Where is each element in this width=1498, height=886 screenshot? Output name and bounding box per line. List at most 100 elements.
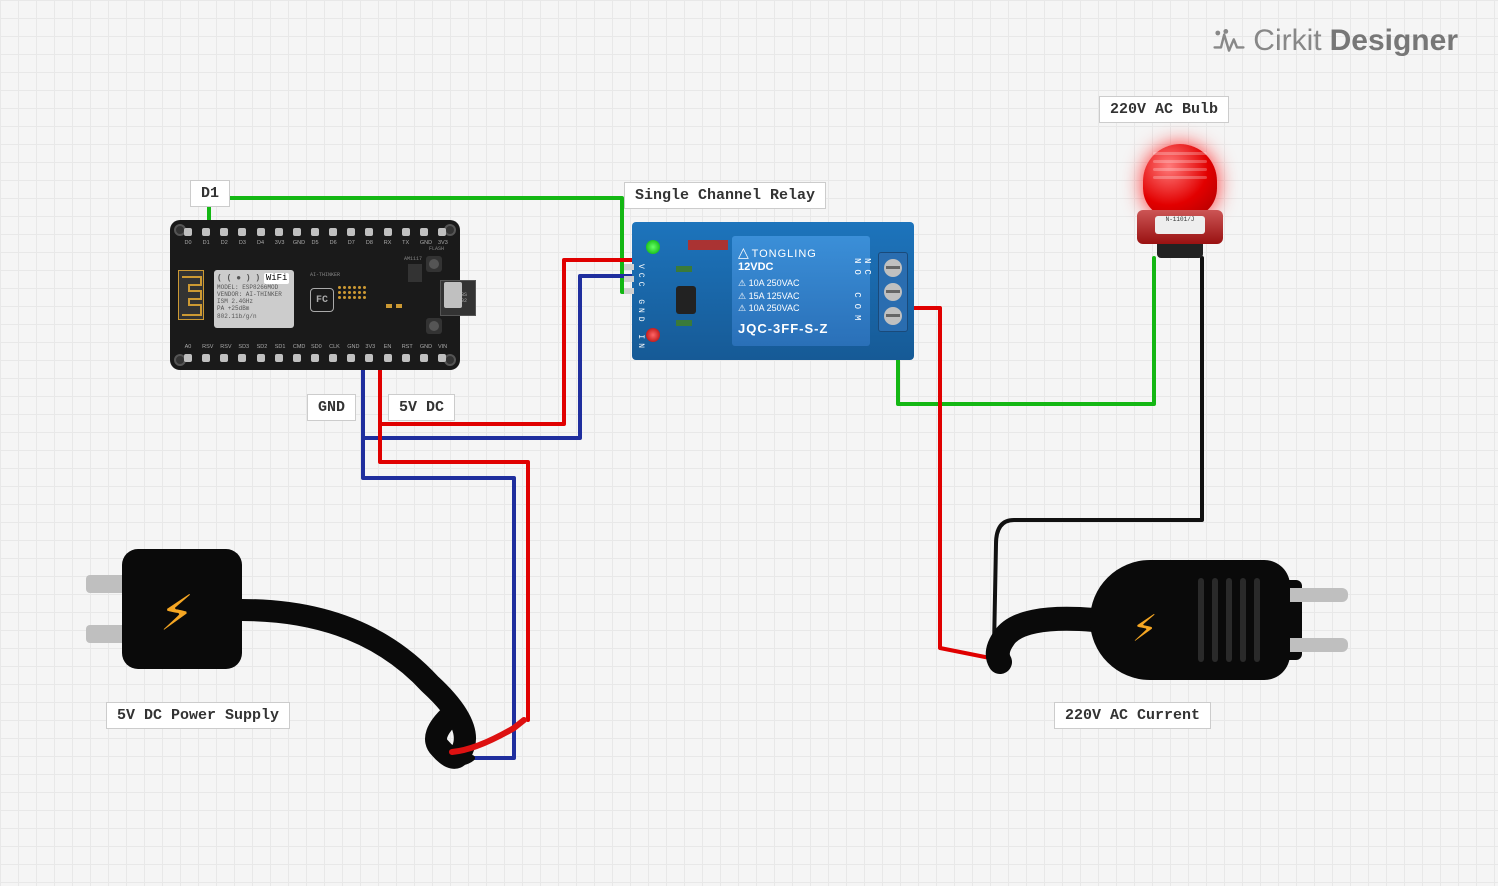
pin-label: GND xyxy=(293,240,301,246)
component-ac-plug[interactable]: ⚡ xyxy=(1090,560,1290,680)
pin-label: A0 xyxy=(184,344,192,350)
pin-label: D1 xyxy=(202,240,210,246)
relay-com-to-ac[interactable] xyxy=(898,308,1000,660)
usb-port xyxy=(444,282,462,308)
esp-shield: ( ( ● ) ) WiFi MODEL: ESP8266MODVENDOR: … xyxy=(214,270,294,328)
pin[interactable] xyxy=(402,228,410,236)
pin[interactable] xyxy=(311,228,319,236)
pin-label: RSV xyxy=(202,344,210,350)
pin[interactable] xyxy=(184,354,192,362)
pin-label: RX xyxy=(384,240,392,246)
component-nodemcu[interactable]: D0D1D2D3D43V3GNDD5D6D7D8RXTXGND3V3 A0RSV… xyxy=(170,220,460,370)
brand-name-2: Designer xyxy=(1330,24,1458,58)
label-relay: Single Channel Relay xyxy=(624,182,826,209)
pin-label: D4 xyxy=(257,240,265,246)
psu-prong xyxy=(86,625,122,643)
lightning-icon: ⚡ xyxy=(160,579,194,647)
resistor xyxy=(676,320,692,326)
pin-label: CLK xyxy=(329,344,337,350)
relay-cube: △ TONGLING 12VDC ⚠ 10A 250VAC⚠ 15A 125VA… xyxy=(732,236,870,346)
label-ac: 220V AC Current xyxy=(1054,702,1211,729)
regulator-chip xyxy=(408,264,422,282)
label-d1: D1 xyxy=(190,180,230,207)
pin-label: CMD xyxy=(293,344,301,350)
pin[interactable] xyxy=(347,354,355,362)
relay-status-led xyxy=(646,328,660,342)
pin-label: SD0 xyxy=(311,344,319,350)
pin[interactable] xyxy=(347,228,355,236)
pin[interactable] xyxy=(220,354,228,362)
pin[interactable] xyxy=(420,228,428,236)
relay-power-led xyxy=(646,240,660,254)
pin[interactable] xyxy=(238,354,246,362)
pin[interactable] xyxy=(257,228,265,236)
pin[interactable] xyxy=(329,354,337,362)
pin[interactable] xyxy=(402,354,410,362)
pin[interactable] xyxy=(293,354,301,362)
flash-button xyxy=(426,256,442,272)
component-bulb[interactable]: N-1101/J xyxy=(1137,144,1223,264)
component-relay[interactable]: VCC GND IN △ TONGLING 12VDC ⚠ 10A 250VAC… xyxy=(632,222,914,360)
label-gnd: GND xyxy=(307,394,356,421)
pin-label: 3V3 xyxy=(275,240,283,246)
fcc-icon: FC xyxy=(310,288,334,312)
pad-grid xyxy=(338,286,366,299)
pin-label: D7 xyxy=(347,240,355,246)
pin-label: RSV xyxy=(220,344,228,350)
label-bulb: 220V AC Bulb xyxy=(1099,96,1229,123)
relay-pin-labels: VCC GND IN xyxy=(636,264,645,352)
pin[interactable] xyxy=(438,354,446,362)
pin[interactable] xyxy=(365,228,373,236)
pin-label: D2 xyxy=(220,240,228,246)
pin[interactable] xyxy=(311,354,319,362)
pin-label: D5 xyxy=(311,240,319,246)
pin[interactable] xyxy=(420,354,428,362)
pin[interactable] xyxy=(293,228,301,236)
diode xyxy=(688,240,728,250)
acplug-prong xyxy=(1290,638,1348,652)
relay-terminal-block xyxy=(878,252,908,332)
relay-terminal-labels: NO COM NC xyxy=(852,258,872,360)
pin[interactable] xyxy=(202,228,210,236)
brand-logo: Cirkit Designer xyxy=(1213,24,1458,58)
pin-label: D0 xyxy=(184,240,192,246)
component-5v-psu[interactable]: ⚡ xyxy=(122,549,242,669)
lightning-icon: ⚡ xyxy=(1132,602,1157,654)
psu-prong xyxy=(86,575,122,593)
pin[interactable] xyxy=(384,354,392,362)
relay-no-to-bulb[interactable] xyxy=(898,258,1154,404)
label-psu: 5V DC Power Supply xyxy=(106,702,290,729)
psu-body: ⚡ xyxy=(122,549,242,669)
bulb-dome xyxy=(1143,144,1217,218)
pin[interactable] xyxy=(365,354,373,362)
pin[interactable] xyxy=(202,354,210,362)
pin[interactable] xyxy=(329,228,337,236)
pin-label: VIN xyxy=(438,344,446,350)
acplug-body: ⚡ xyxy=(1090,560,1290,680)
brand-name-1: Cirkit xyxy=(1253,24,1321,58)
pin-label: GND xyxy=(347,344,355,350)
transistor xyxy=(676,286,696,314)
pin[interactable] xyxy=(238,228,246,236)
wire-layer xyxy=(0,0,1498,886)
bulb-foot xyxy=(1157,244,1203,258)
pin[interactable] xyxy=(184,228,192,236)
pin[interactable] xyxy=(275,354,283,362)
pin[interactable] xyxy=(220,228,228,236)
pin-label: TX xyxy=(402,240,410,246)
label-vcc: 5V DC xyxy=(388,394,455,421)
chip-small-text: AI-THINKER xyxy=(310,272,340,278)
pin-label: SD3 xyxy=(238,344,246,350)
flash-label: FLASH xyxy=(429,246,444,252)
pin-label: SD1 xyxy=(275,344,283,350)
acplug-prong xyxy=(1290,588,1348,602)
reset-button xyxy=(426,318,442,334)
pin[interactable] xyxy=(384,228,392,236)
pin[interactable] xyxy=(257,354,265,362)
bulb-sticker: N-1101/J xyxy=(1155,216,1205,234)
pin[interactable] xyxy=(438,228,446,236)
pin[interactable] xyxy=(275,228,283,236)
antenna-icon xyxy=(178,270,204,320)
psu-cable xyxy=(242,610,465,758)
pin-label: RST xyxy=(402,344,410,350)
